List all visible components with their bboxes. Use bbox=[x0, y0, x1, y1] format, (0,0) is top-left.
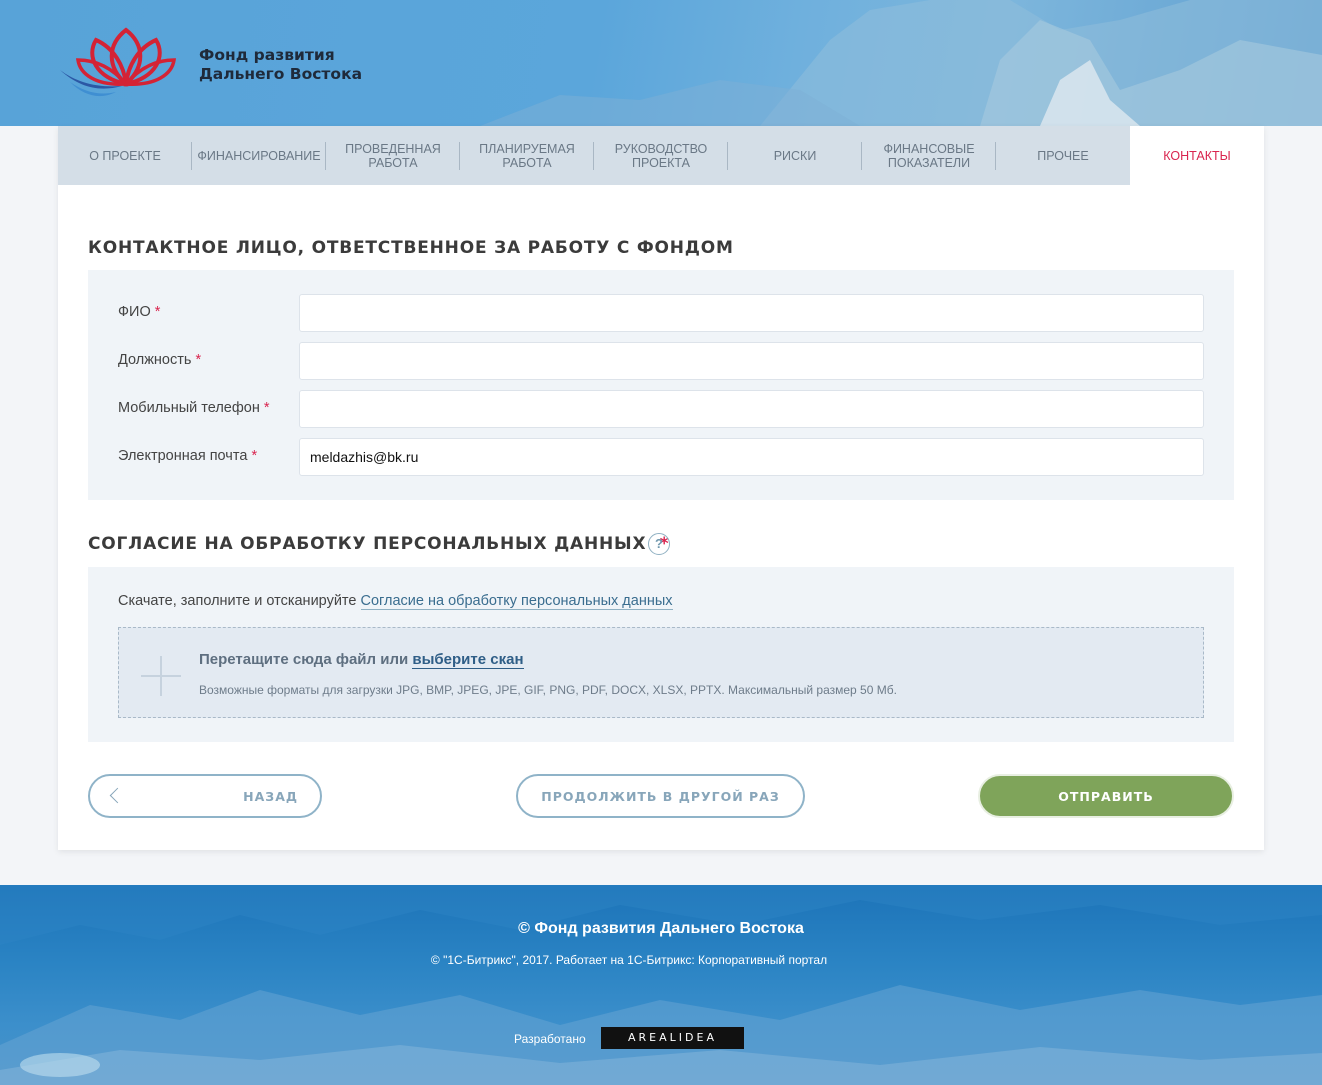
email-label-text: Электронная почта bbox=[118, 448, 248, 464]
lotus-logo-icon bbox=[60, 27, 177, 97]
field-row-fio: ФИО * bbox=[88, 294, 1234, 332]
tab-other[interactable]: Прочее bbox=[996, 126, 1130, 185]
consent-instruction: Скачате, заполните и отсканируйте Соглас… bbox=[118, 593, 673, 610]
consent-form-link[interactable]: Согласие на обработку персональных данны… bbox=[360, 593, 673, 610]
contact-form: ФИО * Должность * Мобильный телефон * Эл… bbox=[88, 270, 1234, 500]
dropzone-title: Перетащите сюда файл или выберите скан bbox=[199, 651, 524, 669]
email-input[interactable] bbox=[299, 438, 1204, 476]
tab-contacts[interactable]: Контакты bbox=[1130, 126, 1264, 185]
continue-later-label: Продолжить в другой раз bbox=[541, 788, 780, 804]
logo-line-1: Фонд развития bbox=[199, 46, 335, 64]
position-label-text: Должность bbox=[118, 352, 192, 368]
tab-label: Риски bbox=[773, 148, 817, 163]
choose-scan-link[interactable]: выберите скан bbox=[412, 651, 524, 669]
consent-title-text: Согласие на обработку персональных данны… bbox=[88, 534, 647, 554]
form-card: О проекте Финансирование Проведенная рабо… bbox=[58, 126, 1264, 850]
tab-label: Контакты bbox=[1163, 148, 1231, 163]
position-input[interactable] bbox=[299, 342, 1204, 380]
tab-label-line2: показатели bbox=[887, 155, 971, 170]
tab-risks[interactable]: Риски bbox=[728, 126, 862, 185]
tab-label: Финансовые bbox=[883, 141, 975, 156]
tab-project-management[interactable]: Руководство проекта bbox=[594, 126, 728, 185]
tab-financial-indicators[interactable]: Финансовые показатели bbox=[862, 126, 996, 185]
field-row-email: Электронная почта * bbox=[88, 438, 1234, 476]
back-button-label: Назад bbox=[243, 788, 298, 804]
tab-label: Проведенная bbox=[345, 141, 441, 156]
continue-later-button[interactable]: Продолжить в другой раз bbox=[516, 774, 805, 818]
plus-icon bbox=[141, 656, 181, 696]
back-button[interactable]: Назад bbox=[88, 774, 322, 818]
required-asterisk: * bbox=[154, 304, 161, 320]
required-asterisk: * bbox=[195, 352, 202, 368]
site-logo[interactable]: Фонд развития Дальнего Востока bbox=[56, 26, 376, 100]
fio-label: ФИО * bbox=[118, 304, 160, 320]
help-icon[interactable]: ? bbox=[648, 533, 670, 555]
tab-planned-work[interactable]: Планируемая работа bbox=[460, 126, 594, 185]
send-button[interactable]: Отправить bbox=[978, 774, 1234, 818]
site-header: Фонд развития Дальнего Востока bbox=[0, 0, 1322, 126]
tab-about[interactable]: О проекте bbox=[58, 126, 192, 185]
logo-text: Фонд развития Дальнего Востока bbox=[199, 46, 362, 84]
phone-input[interactable] bbox=[299, 390, 1204, 428]
consent-upload-box: Скачате, заполните и отсканируйте Соглас… bbox=[88, 567, 1234, 742]
tab-label: Прочее bbox=[1037, 148, 1089, 163]
tab-financing[interactable]: Финансирование bbox=[192, 126, 326, 185]
logo-line-2: Дальнего Востока bbox=[199, 65, 363, 83]
file-dropzone[interactable]: Перетащите сюда файл или выберите скан В… bbox=[118, 627, 1204, 718]
developed-by-label: Разработано bbox=[514, 1032, 586, 1046]
tab-label: Руководство bbox=[614, 141, 708, 156]
section-tabs: О проекте Финансирование Проведенная рабо… bbox=[58, 126, 1264, 185]
required-asterisk: * bbox=[263, 400, 270, 416]
footer-mountain-background bbox=[0, 885, 1322, 1085]
developer-logo[interactable]: AREALIDEA bbox=[601, 1027, 744, 1049]
tab-label-line2: проекта bbox=[632, 155, 690, 170]
field-row-position: Должность * bbox=[88, 342, 1234, 380]
fio-input[interactable] bbox=[299, 294, 1204, 332]
footer-copyright: © "1С-Битрикс", 2017. Работает на 1С-Бит… bbox=[430, 953, 828, 967]
send-button-label: Отправить bbox=[1058, 788, 1154, 804]
tab-label: Планируемая bbox=[479, 141, 575, 156]
phone-label-text: Мобильный телефон bbox=[118, 400, 260, 416]
tab-label: О проекте bbox=[89, 148, 161, 163]
position-label: Должность * bbox=[118, 352, 201, 368]
field-row-phone: Мобильный телефон * bbox=[88, 390, 1234, 428]
consent-instruction-text: Скачате, заполните и отсканируйте bbox=[118, 593, 361, 609]
dropzone-formats: Возможные форматы для загрузки JPG, BMP,… bbox=[199, 683, 897, 697]
consent-section-title: Согласие на обработку персональных данны… bbox=[88, 534, 670, 554]
footer-title: © Фонд развития Дальнего Востока bbox=[518, 920, 804, 937]
contact-section-title: Контактное лицо, ответственное за работу… bbox=[88, 238, 734, 258]
required-asterisk: * bbox=[251, 448, 258, 464]
site-footer: © Фонд развития Дальнего Востока © "1С-Б… bbox=[0, 885, 1322, 1085]
tab-label-line2: работа bbox=[502, 155, 552, 170]
phone-label: Мобильный телефон * bbox=[118, 400, 270, 416]
email-label: Электронная почта * bbox=[118, 448, 257, 464]
tab-label-line2: работа bbox=[368, 155, 418, 170]
chevron-left-icon bbox=[109, 787, 126, 804]
tab-completed-work[interactable]: Проведенная работа bbox=[326, 126, 460, 185]
tab-label: Финансирование bbox=[197, 148, 321, 163]
dropzone-title-text: Перетащите сюда файл или bbox=[199, 651, 413, 668]
fio-label-text: ФИО bbox=[118, 304, 151, 320]
